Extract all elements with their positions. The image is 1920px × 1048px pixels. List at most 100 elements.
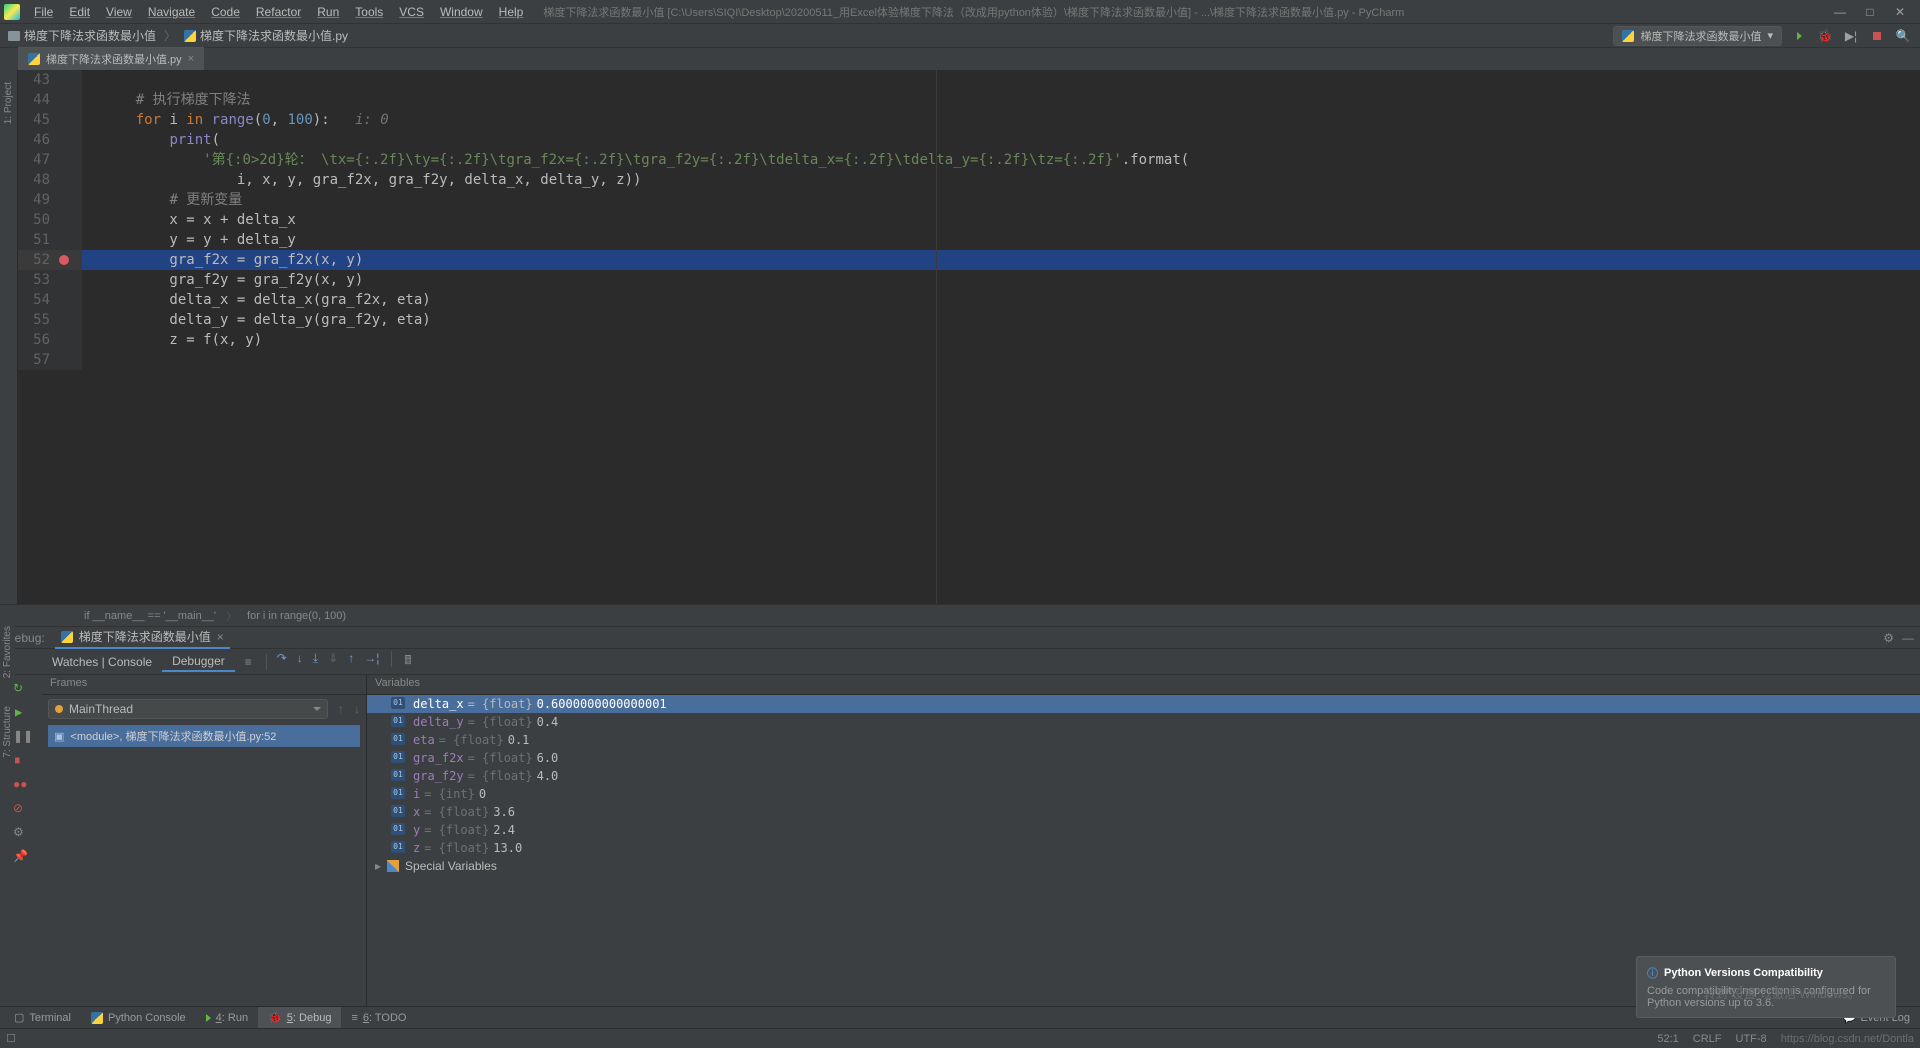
code-line[interactable]: 49 # 更新变量 <box>18 190 1920 210</box>
breakpoint-icon[interactable] <box>59 255 69 265</box>
variable-row[interactable]: 01gra_f2y = {float} 4.0 <box>367 767 1920 785</box>
minimize-icon[interactable]: — <box>1902 631 1914 645</box>
code-line[interactable]: 45 for i in range(0, 100): i: 0 <box>18 110 1920 130</box>
terminal-tab[interactable]: ▢Terminal <box>4 1007 81 1028</box>
encoding[interactable]: UTF-8 <box>1736 1033 1767 1045</box>
menu-view[interactable]: View <box>98 3 140 21</box>
variable-row[interactable]: 01delta_x = {float} 0.6000000000000001 <box>367 695 1920 713</box>
code-editor[interactable]: 4344 # 执行梯度下降法45 for i in range(0, 100):… <box>18 70 1920 604</box>
code-line[interactable]: 52 gra_f2x = gra_f2x(x, y) <box>18 250 1920 270</box>
resume-icon[interactable]: ▶ <box>13 705 29 721</box>
step-out-icon[interactable]: ↑ <box>348 651 354 672</box>
variable-row[interactable]: 01y = {float} 2.4 <box>367 821 1920 839</box>
debug-button[interactable]: 🐞 <box>1816 27 1834 45</box>
breadcrumb-file[interactable]: 梯度下降法求函数最小值.py <box>200 27 348 44</box>
pause-icon[interactable]: ❚❚ <box>13 729 29 745</box>
context-crumb[interactable]: if __name__ == '__main__' <box>84 610 216 622</box>
next-frame-icon[interactable]: ↓ <box>348 702 366 716</box>
close-button[interactable]: ✕ <box>1894 5 1906 19</box>
search-everywhere-button[interactable]: 🔍 <box>1894 27 1912 45</box>
menu-tools[interactable]: Tools <box>347 3 391 21</box>
stack-frame[interactable]: ▣ <module>, 梯度下降法求函数最小值.py:52 <box>48 725 360 747</box>
thread-selector[interactable]: MainThread <box>48 699 328 719</box>
code-line[interactable]: 48 i, x, y, gra_f2x, gra_f2y, delta_x, d… <box>18 170 1920 190</box>
menu-file[interactable]: File <box>26 3 61 21</box>
code-line[interactable]: 44 # 执行梯度下降法 <box>18 90 1920 110</box>
minimize-button[interactable]: — <box>1834 5 1846 19</box>
code-line[interactable]: 53 gra_f2y = gra_f2y(x, y) <box>18 270 1920 290</box>
code-line[interactable]: 56 z = f(x, y) <box>18 330 1920 350</box>
menu-window[interactable]: Window <box>432 3 491 21</box>
step-into-icon[interactable]: ↓ <box>297 651 303 672</box>
menu-refactor[interactable]: Refactor <box>248 3 309 21</box>
python-file-icon <box>184 30 196 42</box>
cursor-position[interactable]: 52:1 <box>1657 1033 1678 1045</box>
debug-session-tab[interactable]: 梯度下降法求函数最小值 × <box>55 626 230 649</box>
code-line[interactable]: 51 y = y + delta_y <box>18 230 1920 250</box>
close-icon[interactable]: × <box>217 630 224 644</box>
debug-tab[interactable]: 🐞5: Debug <box>258 1007 341 1028</box>
todo-tab[interactable]: ≡6: TODO <box>341 1007 416 1028</box>
line-separator[interactable]: CRLF <box>1693 1033 1722 1045</box>
menu-run[interactable]: Run <box>309 3 347 21</box>
code-line[interactable]: 43 <box>18 70 1920 90</box>
force-step-icon[interactable]: ⇓ <box>328 651 338 672</box>
structure-tool-tab[interactable]: 7: Structure <box>0 700 15 764</box>
variable-row[interactable]: 01delta_y = {float} 0.4 <box>367 713 1920 731</box>
breadcrumb-folder[interactable]: 梯度下降法求函数最小值 <box>24 27 156 44</box>
code-line[interactable]: 47 '第{:0>2d}轮： \tx={:.2f}\ty={:.2f}\tgra… <box>18 150 1920 170</box>
variable-row[interactable]: 01i = {int} 0 <box>367 785 1920 803</box>
code-line[interactable]: 57 <box>18 350 1920 370</box>
maximize-button[interactable]: □ <box>1864 5 1876 19</box>
editor-tab[interactable]: 梯度下降法求函数最小值.py × <box>18 47 204 70</box>
variable-row[interactable]: 01x = {float} 3.6 <box>367 803 1920 821</box>
var-type-icon: 01 <box>391 769 405 781</box>
gear-icon[interactable]: ⚙ <box>1883 631 1894 645</box>
settings-icon[interactable]: ⚙ <box>13 825 29 841</box>
view-breakpoints-icon[interactable]: ●● <box>13 777 29 793</box>
variable-row[interactable]: 01gra_f2x = {float} 6.0 <box>367 749 1920 767</box>
run-tab[interactable]: 4: Run <box>196 1007 258 1028</box>
code-line[interactable]: 46 print( <box>18 130 1920 150</box>
code-line[interactable]: 54 delta_x = delta_x(gra_f2x, eta) <box>18 290 1920 310</box>
menu-edit[interactable]: Edit <box>61 3 98 21</box>
project-tool-tab[interactable]: 1: Project <box>3 82 14 124</box>
favorites-tool-tab[interactable]: 2: Favorites <box>0 620 15 684</box>
prev-frame-icon[interactable]: ↑ <box>334 702 348 716</box>
variable-row[interactable]: 01z = {float} 13.0 <box>367 839 1920 857</box>
status-icon[interactable]: ☐ <box>6 1032 16 1045</box>
run-config-selector[interactable]: 梯度下降法求函数最小值 ▾ <box>1613 26 1782 46</box>
frame-label: <module>, 梯度下降法求函数最小值.py:52 <box>70 728 276 744</box>
code-line[interactable]: 55 delta_y = delta_y(gra_f2y, eta) <box>18 310 1920 330</box>
menu-navigate[interactable]: Navigate <box>140 3 203 21</box>
step-over-icon[interactable]: ↷ <box>277 651 287 672</box>
code-line[interactable]: 50 x = x + delta_x <box>18 210 1920 230</box>
frames-header: Frames <box>42 675 366 695</box>
breadcrumb-bar: 梯度下降法求函数最小值 〉 梯度下降法求函数最小值.py 梯度下降法求函数最小值… <box>0 24 1920 48</box>
variable-row[interactable]: 01eta = {float} 0.1 <box>367 731 1920 749</box>
threads-icon[interactable]: ≡ <box>235 653 262 671</box>
menu-vcs[interactable]: VCS <box>391 3 432 21</box>
close-tab-icon[interactable]: × <box>188 53 194 65</box>
stop-icon[interactable]: ■ <box>13 753 29 769</box>
menu-code[interactable]: Code <box>203 3 248 21</box>
run-to-cursor-icon[interactable]: →¦ <box>364 651 379 672</box>
rerun-icon[interactable]: ↻ <box>13 681 29 697</box>
context-crumb[interactable]: for i in range(0, 100) <box>247 610 346 622</box>
watches-console-tab[interactable]: Watches | Console <box>42 653 162 671</box>
mute-breakpoints-icon[interactable]: ⊘ <box>13 801 29 817</box>
python-console-tab[interactable]: Python Console <box>81 1007 196 1028</box>
chevron-down-icon: ▾ <box>1767 29 1773 42</box>
stop-button[interactable] <box>1868 27 1886 45</box>
terminal-icon: ▢ <box>14 1011 24 1024</box>
pin-icon[interactable]: 📌 <box>13 849 29 865</box>
menu-help[interactable]: Help <box>491 3 532 21</box>
windows-activation-watermark: 转到"设置"以激活 Windows。 <box>1703 985 1860 1002</box>
step-into-my-icon[interactable]: ⤓ <box>313 651 318 672</box>
special-variables-row[interactable]: ▸ Special Variables <box>367 857 1920 875</box>
attach-button[interactable]: ▶¦ <box>1842 27 1860 45</box>
debugger-tab[interactable]: Debugger <box>162 652 235 672</box>
run-button[interactable] <box>1790 27 1808 45</box>
expand-icon[interactable]: ▸ <box>375 859 381 873</box>
evaluate-icon[interactable]: 🖩 <box>404 651 411 672</box>
